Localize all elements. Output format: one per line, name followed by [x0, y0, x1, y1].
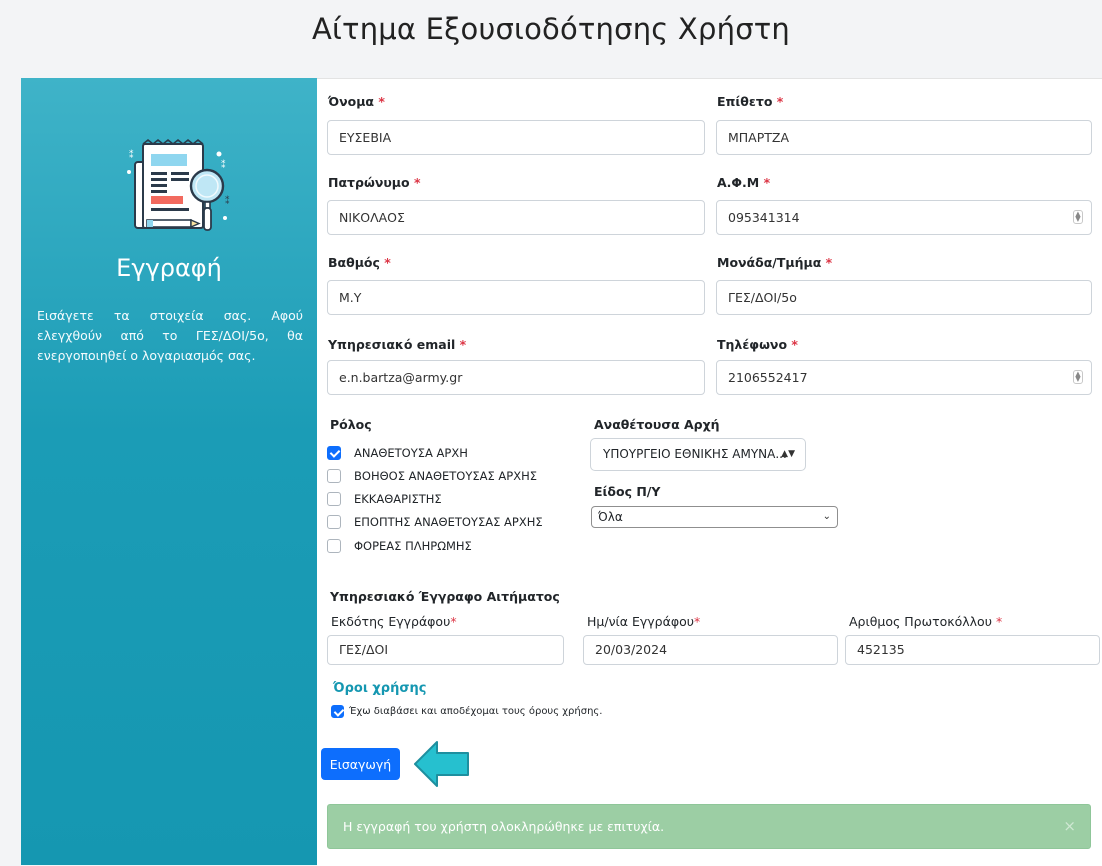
unit-label: Μονάδα/Τμήμα * [717, 255, 833, 270]
svg-text:⁑: ⁑ [129, 149, 134, 161]
role-checkbox[interactable] [327, 446, 341, 460]
email-label: Υπηρεσιακό email * [328, 337, 467, 352]
budget-type-value: Όλα [598, 510, 623, 524]
doc-date-label: Ημ/νία Εγγράφου* [587, 614, 701, 629]
issuer-input[interactable]: ΓΕΣ/ΔΟΙ [327, 635, 564, 665]
up-down-caret-icon: ▲▼ [781, 449, 795, 459]
afm-input[interactable]: 095341314 ▲ ▼ [716, 200, 1092, 235]
registration-form: Όνομα * ΕΥΣΕΒΙΑ Επίθετο * ΜΠΑΡΤΖΑ Πατρών… [317, 78, 1102, 866]
authority-select[interactable]: ΥΠΟΥΡΓΕΙΟ ΕΘΝΙΚΗΣ ΑΜΥΝΑ... ▲▼ [590, 438, 806, 471]
page-title: Αίτημα Εξουσιοδότησης Χρήστη [311, 12, 791, 46]
svg-text:⁑: ⁑ [225, 195, 230, 207]
budget-type-select[interactable]: Όλα ⌄ [591, 506, 838, 528]
phone-label: Τηλέφωνο * [717, 337, 798, 352]
terms-checkbox[interactable] [331, 705, 344, 718]
last-name-input[interactable]: ΜΠΑΡΤΖΑ [716, 120, 1092, 155]
role-label: ΒΟΗΘΟΣ ΑΝΑΘΕΤΟΥΣΑΣ ΑΡΧΗΣ [354, 469, 538, 483]
role-label: ΕΠΟΠΤΗΣ ΑΝΑΘΕΤΟΥΣΑΣ ΑΡΧΗΣ [354, 515, 543, 529]
alert-message: Η εγγραφή του χρήστη ολοκληρώθηκε με επι… [343, 819, 665, 834]
sidebar-panel: ⁑ ⁑ ⁑ Εγγραφή Εισάγετε τα στοιχεία σας. … [21, 78, 317, 865]
father-name-input[interactable]: ΝΙΚΟΛΑΟΣ [327, 200, 705, 235]
rank-input[interactable]: Μ.Υ [327, 280, 705, 315]
submit-button[interactable]: Εισαγωγή [321, 748, 400, 780]
role-label: ΑΝΑΘΕΤΟΥΣΑ ΑΡΧΗ [354, 446, 468, 460]
document-section-label: Υπηρεσιακό Έγγραφο Αιτήματος [330, 589, 560, 604]
number-spinner-icon[interactable]: ▲ ▼ [1073, 210, 1083, 224]
sidebar-description: Εισάγετε τα στοιχεία σας. Αφού ελεγχθούν… [37, 308, 303, 363]
first-name-label: Όνομα * [328, 94, 385, 109]
document-magnifier-icon: ⁑ ⁑ ⁑ [127, 138, 230, 231]
role-label: ΦΟΡΕΑΣ ΠΛΗΡΩΜΗΣ [354, 539, 472, 553]
unit-input[interactable]: ΓΕΣ/ΔΟΙ/5ο [716, 280, 1092, 315]
close-icon[interactable]: × [1063, 805, 1076, 848]
phone-input[interactable]: 2106552417 ▲ ▼ [716, 360, 1092, 395]
afm-label: Α.Φ.Μ * [717, 175, 771, 190]
chevron-down-icon: ⌄ [822, 511, 831, 522]
number-spinner-icon[interactable]: ▲ ▼ [1073, 370, 1083, 384]
protocol-label: Αριθμος Πρωτοκόλλου * [849, 614, 1003, 629]
authority-label: Αναθέτουσα Αρχή [594, 417, 720, 432]
rank-label: Βαθμός * [328, 255, 391, 270]
role-checkbox[interactable] [327, 539, 341, 553]
first-name-input[interactable]: ΕΥΣΕΒΙΑ [327, 120, 705, 155]
sidebar-title: Εγγραφή [116, 254, 222, 282]
arrow-left-icon [414, 741, 469, 787]
terms-checkbox-label: Έχω διαβάσει και αποδέχομαι τους όρους χ… [349, 706, 603, 717]
role-checkbox[interactable] [327, 492, 341, 506]
issuer-label: Εκδότης Εγγράφου* [331, 614, 457, 629]
role-checkbox[interactable] [327, 469, 341, 483]
role-label: ΕΚΚΑΘΑΡΙΣΤΗΣ [354, 492, 442, 506]
budget-type-label: Είδος Π/Υ [594, 484, 661, 499]
terms-link[interactable]: Όροι χρήσης [333, 681, 426, 696]
last-name-label: Επίθετο * [717, 94, 784, 109]
roles-label: Ρόλος [330, 417, 372, 432]
protocol-input[interactable]: 452135 [845, 635, 1100, 665]
father-name-label: Πατρώνυμο * [328, 175, 421, 190]
phone-value: 2106552417 [728, 370, 808, 385]
afm-value: 095341314 [728, 210, 800, 225]
email-field[interactable]: e.n.bartza@army.gr [327, 360, 705, 395]
svg-text:⁑: ⁑ [221, 159, 226, 171]
role-checkbox[interactable] [327, 515, 341, 529]
doc-date-input[interactable]: 20/03/2024 [583, 635, 838, 665]
authority-value: ΥΠΟΥΡΓΕΙΟ ΕΘΝΙΚΗΣ ΑΜΥΝΑ... [603, 447, 787, 461]
success-alert: Η εγγραφή του χρήστη ολοκληρώθηκε με επι… [327, 804, 1091, 849]
